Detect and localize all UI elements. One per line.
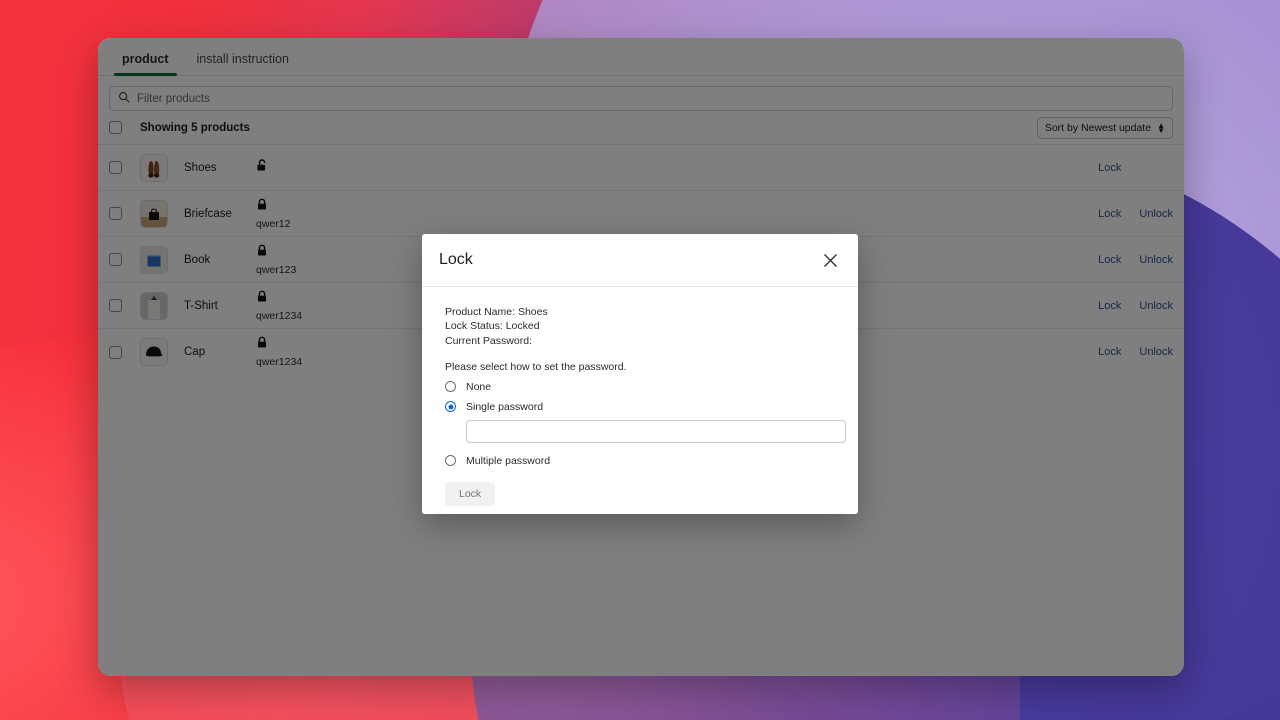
radio-option-none[interactable]: None [445,381,835,393]
lock-status-cell: qwer12 [256,198,1098,230]
sort-dropdown-label: Sort by Newest update [1044,121,1152,134]
radio-option-single-password[interactable]: Single password [445,401,835,413]
unlock-link[interactable]: Unlock [1139,208,1173,220]
row-actions: Lock Unlock [1098,346,1173,358]
modal-lock-submit-button[interactable]: Lock [445,481,496,506]
product-thumbnail-cap [140,338,168,366]
row-checkbox[interactable] [109,161,122,174]
chevron-updown-icon: ▲ ▼ [1157,120,1165,135]
unlock-link[interactable]: Unlock [1139,300,1173,312]
modal-prompt: Please select how to set the password. [445,360,627,373]
radio-icon[interactable] [445,381,456,393]
filter-bar [98,76,1184,111]
search-input[interactable] [137,92,1164,105]
product-name: Shoes [184,161,217,174]
product-name: Book [184,253,211,266]
modal-current-password: Current Password: [445,334,532,347]
modal-body: Product Name: Shoes Lock Status: Locked … [422,287,858,506]
unlock-link[interactable]: Unlock [1139,346,1173,358]
product-thumbnail-tshirt [140,291,168,320]
product-name: Briefcase [184,207,232,220]
table-row[interactable]: Shoes Lock Unlock [98,145,1184,191]
lock-link[interactable]: Lock [1098,346,1121,358]
unlock-icon [256,158,1098,177]
lock-link[interactable]: Lock [1098,208,1121,220]
lock-link[interactable]: Lock [1098,254,1121,266]
row-checkbox[interactable] [109,345,122,359]
radio-option-multiple-password[interactable]: Multiple password [445,455,835,467]
row-actions: Lock Unlock [1098,162,1173,174]
radio-icon[interactable] [445,455,456,467]
product-name: Cap [184,346,206,358]
radio-label: Single password [466,400,544,413]
product-password: qwer12 [256,217,291,230]
modal-product-name: Product Name: Shoes [445,306,548,318]
password-input[interactable] [466,419,846,443]
radio-icon-selected[interactable] [445,401,456,413]
table-row[interactable]: Briefcase qwer12 Lock Unlock [98,191,1184,237]
search-box[interactable] [109,86,1173,111]
tab-product[interactable]: product [108,52,183,76]
lock-link[interactable]: Lock [1098,162,1121,174]
row-checkbox[interactable] [109,253,122,266]
row-actions: Lock Unlock [1098,300,1173,312]
lock-modal: Lock Product Name: Shoes Lock Status: Lo… [422,234,858,514]
row-actions: Lock Unlock [1098,254,1173,266]
product-thumbnail-book [140,245,168,274]
product-thumbnail-shoes [140,153,168,182]
row-checkbox[interactable] [109,207,122,220]
product-name: T-Shirt [184,299,218,312]
radio-label: None [466,380,492,393]
lock-status-cell [256,158,1098,177]
modal-lock-status: Lock Status: Locked [445,320,540,333]
radio-label: Multiple password [466,454,551,467]
list-header: Showing 5 products Sort by Newest update… [98,111,1184,145]
tab-install-instruction[interactable]: install instruction [183,52,303,75]
modal-header: Lock [422,234,858,287]
search-icon [118,90,130,108]
product-thumbnail-briefcase [140,199,168,228]
select-all-checkbox[interactable] [109,121,122,134]
lock-icon [256,198,1098,216]
modal-title: Lock [439,251,473,268]
lock-link[interactable]: Lock [1098,300,1121,312]
showing-count-label: Showing 5 products [140,121,250,134]
unlock-link[interactable]: Unlock [1139,254,1173,266]
close-icon[interactable] [819,249,841,271]
row-checkbox[interactable] [109,299,122,312]
row-actions: Lock Unlock [1098,208,1173,220]
tab-bar: product install instruction [98,38,1184,76]
sort-dropdown[interactable]: Sort by Newest update ▲ ▼ [1036,116,1173,139]
